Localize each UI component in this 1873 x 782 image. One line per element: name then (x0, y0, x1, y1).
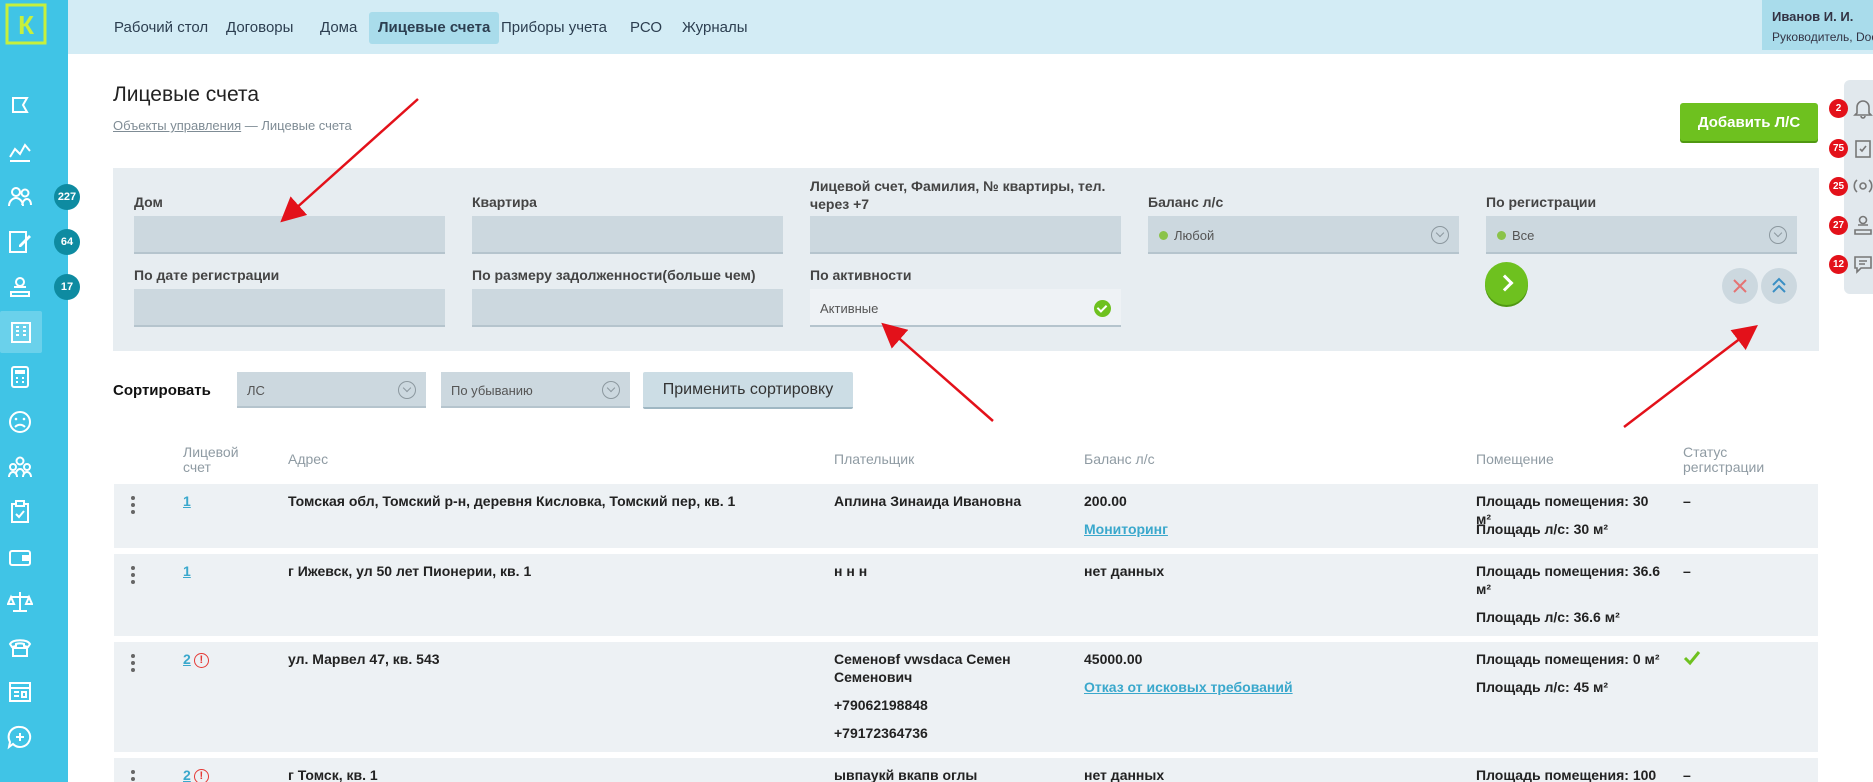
annotation-overlay (280, 98, 1758, 428)
annotation-arrow (280, 98, 419, 223)
annotation-arrow (1623, 324, 1758, 428)
app-root: К 227 64 17 Рабочий стол Договоры Дома Л… (0, 0, 1873, 782)
annotation-arrow (881, 322, 994, 422)
